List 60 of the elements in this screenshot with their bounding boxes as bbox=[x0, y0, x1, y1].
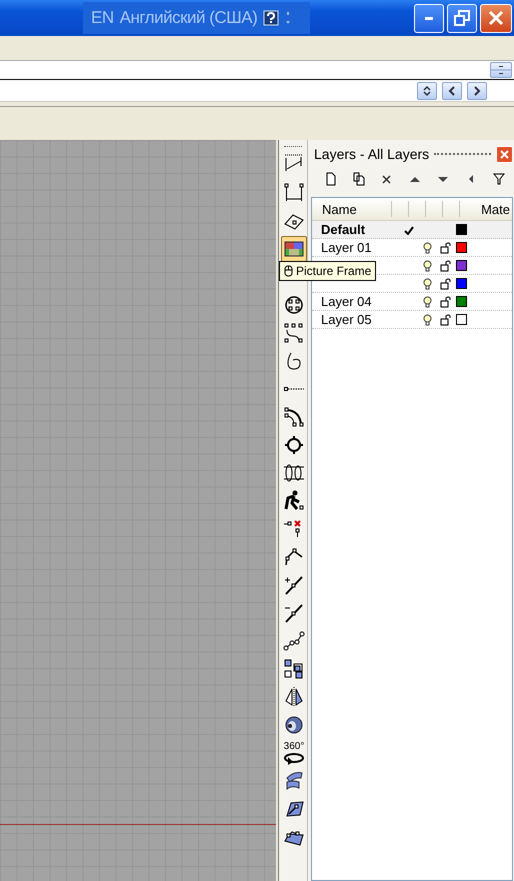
scroll-button[interactable] bbox=[490, 62, 512, 78]
curve-icon bbox=[283, 322, 305, 344]
column-header[interactable]: Mate bbox=[460, 201, 512, 217]
close-button[interactable] bbox=[480, 4, 512, 32]
remove-point-icon bbox=[283, 602, 305, 624]
color-swatch[interactable] bbox=[456, 296, 467, 307]
restore-button[interactable] bbox=[447, 4, 477, 32]
figure-icon bbox=[283, 490, 305, 512]
scroll-icon bbox=[491, 63, 511, 77]
tooltip-text: Picture Frame bbox=[296, 264, 372, 278]
layer-name[interactable]: Default bbox=[321, 222, 366, 237]
filter-icon bbox=[493, 172, 505, 186]
mouse-icon bbox=[284, 265, 293, 277]
cylinder-icon bbox=[283, 462, 305, 484]
minimize-button[interactable] bbox=[414, 4, 444, 32]
next-button[interactable] bbox=[467, 82, 487, 100]
tool-button[interactable] bbox=[281, 236, 307, 262]
restore-icon bbox=[454, 10, 470, 26]
color-swatch[interactable] bbox=[456, 314, 467, 325]
close-icon bbox=[488, 10, 504, 26]
previous-button[interactable] bbox=[442, 82, 462, 100]
spin-button[interactable] bbox=[417, 82, 437, 100]
previous-icon bbox=[447, 84, 457, 96]
color-swatch[interactable] bbox=[456, 278, 467, 289]
page-icon bbox=[325, 172, 337, 186]
layer-name[interactable]: Layer 01 bbox=[321, 240, 372, 255]
circle-icon bbox=[283, 294, 305, 316]
color-swatch[interactable] bbox=[456, 260, 467, 271]
help-icon bbox=[263, 10, 280, 26]
column-header[interactable]: Name bbox=[312, 201, 392, 217]
sphere-icon bbox=[283, 714, 305, 736]
dimension-icon bbox=[283, 182, 305, 204]
close-button[interactable] bbox=[496, 146, 513, 162]
options-icon bbox=[285, 11, 292, 25]
gear-icon bbox=[283, 434, 305, 456]
minimize-icon bbox=[425, 16, 433, 20]
point-chain-icon bbox=[283, 630, 305, 652]
spin-icon bbox=[422, 84, 432, 96]
bulb-icon bbox=[422, 278, 432, 290]
squares-icon bbox=[283, 658, 305, 680]
color-swatch[interactable] bbox=[456, 224, 467, 235]
tool-label: 360° bbox=[284, 742, 304, 750]
tool-button[interactable]: 360° bbox=[281, 740, 307, 766]
copy-icon bbox=[353, 172, 365, 186]
dotted-line-icon bbox=[284, 387, 304, 391]
mirror-icon bbox=[283, 686, 305, 708]
layer-name[interactable]: Layer 05 bbox=[321, 312, 372, 327]
arc-icon bbox=[283, 406, 305, 428]
next-icon bbox=[472, 84, 482, 96]
bulb-icon bbox=[422, 314, 432, 326]
add-point-icon bbox=[283, 574, 305, 596]
bulb-icon bbox=[422, 296, 432, 308]
close-icon bbox=[500, 150, 509, 158]
bulb-icon bbox=[422, 260, 432, 272]
color-swatch[interactable] bbox=[456, 242, 467, 253]
rotate-icon bbox=[283, 750, 305, 764]
panel-title: Layers - All Layers bbox=[314, 146, 430, 162]
bulb-icon bbox=[422, 242, 432, 254]
polyline-icon bbox=[283, 546, 305, 568]
layer-name[interactable]: Layer 04 bbox=[321, 294, 372, 309]
